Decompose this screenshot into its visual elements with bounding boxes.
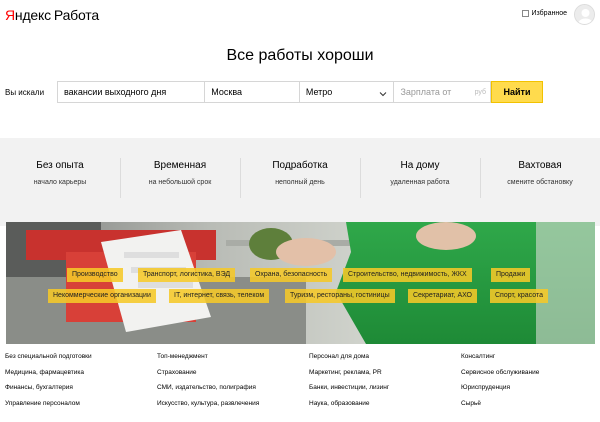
category-title: Временная xyxy=(153,160,207,171)
industry-tag[interactable]: IT, интернет, связь, телеком xyxy=(169,289,270,303)
favorites-label: Избранное xyxy=(531,10,567,17)
category-subtitle: неполный день xyxy=(275,179,325,186)
industry-link[interactable]: Сырьё xyxy=(461,399,595,409)
category-remote[interactable]: На дому удаленная работа xyxy=(360,158,480,198)
industry-tag[interactable]: Секретариат, АХО xyxy=(408,289,477,303)
industry-link[interactable]: СМИ, издательство, полиграфия xyxy=(157,383,309,393)
metro-select[interactable]: Метро xyxy=(300,82,395,102)
logo-brand-rest: ндекс xyxy=(14,7,51,23)
category-part-time[interactable]: Подработка неполный день xyxy=(240,158,360,198)
category-title: На дому xyxy=(400,160,440,171)
industry-link[interactable]: Топ-менеджмент xyxy=(157,352,309,362)
industry-banner: Производство Транспорт, логистика, ВЭД О… xyxy=(6,222,595,344)
category-title: Вахтовая xyxy=(518,160,562,171)
industry-link[interactable]: Банки, инвестиции, лизинг xyxy=(309,383,461,393)
query-value: вакансии выходного дня xyxy=(64,87,167,97)
industry-tag[interactable]: Производство xyxy=(67,268,123,282)
industry-link[interactable]: Управление персоналом xyxy=(5,399,157,409)
bookmark-icon xyxy=(521,10,529,17)
industry-link[interactable]: Консалтинг xyxy=(461,352,595,362)
salary-currency: руб xyxy=(474,88,487,96)
category-rotational[interactable]: Вахтовая смените обстановку xyxy=(480,158,600,198)
industry-links: Без специальной подготовки Топ-менеджмен… xyxy=(5,352,595,408)
industry-tag[interactable]: Охрана, безопасность xyxy=(250,268,333,282)
industry-link[interactable]: Страхование xyxy=(157,368,309,378)
chevron-down-icon xyxy=(379,89,387,97)
industry-tag[interactable]: Туризм, рестораны, гостиницы xyxy=(285,289,395,303)
salary-input[interactable]: Зарплата от руб xyxy=(394,82,490,102)
yandex-rabota-logo[interactable]: Яндекс Работа xyxy=(5,7,99,23)
category-subtitle: начало карьеры xyxy=(33,179,87,186)
category-subtitle: смените обстановку xyxy=(507,179,573,186)
city-value: Москва xyxy=(211,87,243,97)
industry-link[interactable]: Без специальной подготовки xyxy=(5,352,157,362)
salary-placeholder: Зарплата от xyxy=(400,87,452,97)
metro-value: Метро xyxy=(305,87,333,97)
industry-link[interactable]: Искусство, культура, развлечения xyxy=(157,399,309,409)
page-title: Все работы хороши xyxy=(226,47,374,64)
user-avatar[interactable] xyxy=(574,4,595,25)
category-subtitle: удаленная работа xyxy=(390,179,450,186)
favorites-link[interactable]: Избранное xyxy=(521,10,567,17)
industry-link[interactable]: Сервисное обслуживание xyxy=(461,368,595,378)
employment-type-list: Без опыта начало карьеры Временная на не… xyxy=(0,158,600,198)
industry-link[interactable]: Маркетинг, реклама, PR xyxy=(309,368,461,378)
industry-link[interactable]: Медицина, фармацевтика xyxy=(5,368,157,378)
search-label: Вы искали xyxy=(5,88,45,97)
industry-tag[interactable]: Некоммерческие организации xyxy=(48,289,156,303)
category-title: Подработка xyxy=(272,160,328,171)
query-input[interactable]: вакансии выходного дня xyxy=(58,82,206,102)
industry-tags: Производство Транспорт, логистика, ВЭД О… xyxy=(6,222,595,344)
industry-tag[interactable]: Продажи xyxy=(491,268,531,282)
logo-product: Работа xyxy=(53,7,99,23)
industry-link[interactable]: Юриспруденция xyxy=(461,383,595,393)
category-subtitle: на небольшой срок xyxy=(148,179,212,186)
industry-tag[interactable]: Транспорт, логистика, ВЭД xyxy=(138,268,236,282)
category-no-experience[interactable]: Без опыта начало карьеры xyxy=(0,160,120,186)
industry-link[interactable]: Персонал для дома xyxy=(309,352,461,362)
logo-brand-first: Я xyxy=(5,7,15,23)
industry-tag[interactable]: Строительство, недвижимость, ЖКХ xyxy=(343,268,472,282)
industry-link[interactable]: Наука, образование xyxy=(309,399,461,409)
city-input[interactable]: Москва xyxy=(205,82,300,102)
category-temporary[interactable]: Временная на небольшой срок xyxy=(120,158,240,198)
search-form: вакансии выходного дня Москва Метро Зарп… xyxy=(57,81,491,103)
header: Яндекс Работа Избранное xyxy=(0,0,600,30)
category-title: Без опыта xyxy=(36,160,84,171)
industry-link[interactable]: Финансы, бухгалтерия xyxy=(5,383,157,393)
industry-tag[interactable]: Спорт, красота xyxy=(490,289,548,303)
search-button[interactable]: Найти xyxy=(491,81,543,103)
